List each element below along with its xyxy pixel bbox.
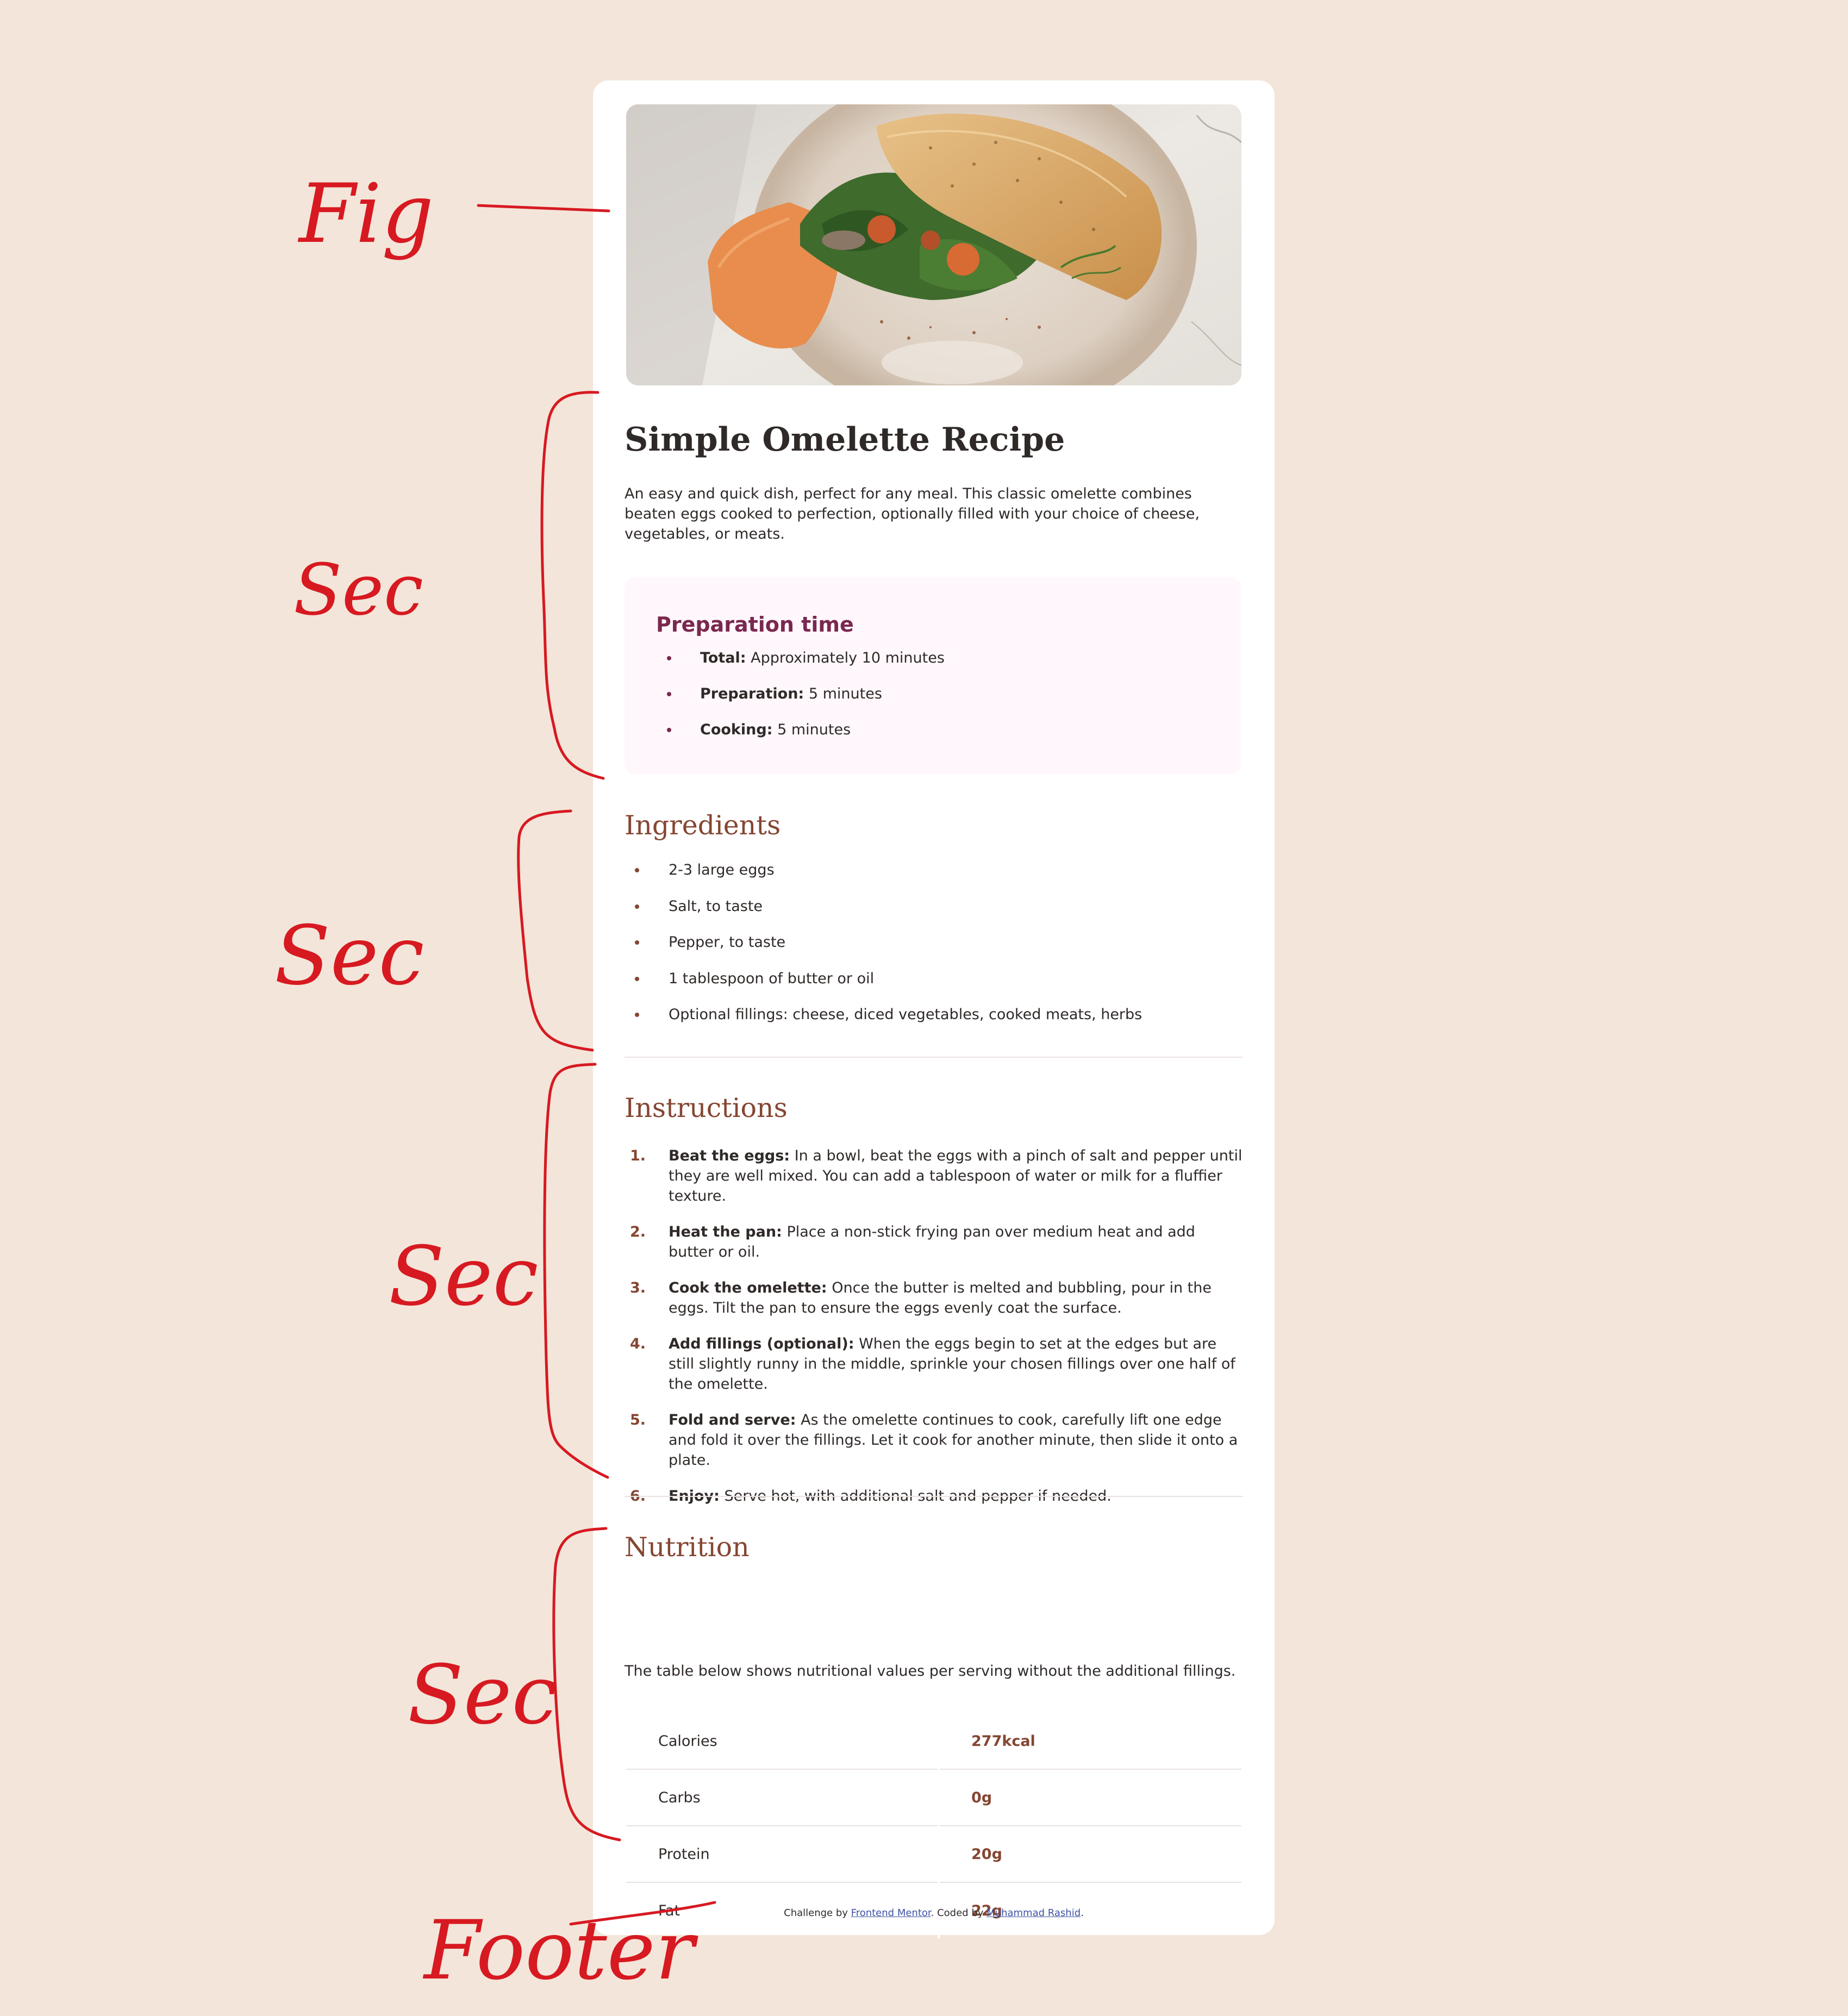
list-item: Preparation: 5 minutes	[656, 686, 945, 722]
recipe-description: An easy and quick dish, perfect for any …	[625, 485, 1200, 542]
step-label: Beat the eggs:	[669, 1147, 790, 1164]
prep-label: Preparation:	[700, 685, 804, 702]
recipe-card: Simple Omelette Recipe An easy and quick…	[593, 80, 1275, 1938]
nutrient-name: Protein	[626, 1826, 940, 1883]
list-item: 2. Heat the pan: Place a non-stick frying…	[625, 1222, 1244, 1262]
footer-prefix: Challenge by	[784, 1907, 851, 1919]
step-label: Fold and serve:	[669, 1412, 796, 1428]
annotation-sec: Sec	[274, 909, 424, 1003]
prep-value: 5 minutes	[808, 685, 882, 702]
step-number: 2.	[630, 1224, 646, 1240]
table-row: Protein 20g	[626, 1826, 1241, 1883]
annotation-sec: Sec	[408, 1648, 558, 1743]
annotation-sec: Sec	[294, 548, 423, 631]
step-number: 5.	[630, 1412, 646, 1428]
list-item: Total: Approximately 10 minutes	[656, 651, 945, 686]
step-label: Add fillings (optional):	[669, 1335, 854, 1352]
ingredients-list: 2-3 large eggs Salt, to taste Pepper, to…	[625, 863, 1142, 1044]
fig-arrow	[477, 204, 610, 213]
step-number: 1.	[630, 1147, 646, 1164]
divider	[625, 1057, 1243, 1058]
list-item: 4. Add fillings (optional): When the eggs…	[625, 1334, 1244, 1394]
nutrition-title: Nutrition	[625, 1532, 750, 1563]
list-item: 5. Fold and serve: As the omelette contin…	[625, 1410, 1244, 1470]
annotation-fig: Fig	[297, 167, 434, 261]
nutrient-value: 0g	[939, 1769, 1241, 1826]
instructions-list: 1. Beat the eggs: In a bowl, beat the egg…	[625, 1146, 1244, 1522]
footer-middle: . Coded by	[931, 1907, 987, 1919]
divider	[625, 1496, 1243, 1497]
prep-value: 5 minutes	[777, 721, 851, 738]
frontend-mentor-link[interactable]: Frontend Mentor	[851, 1907, 931, 1919]
footer-suffix: .	[1081, 1907, 1084, 1919]
list-item: Optional fillings: cheese, diced vegetab…	[625, 1007, 1142, 1044]
preparation-title: Preparation time	[656, 613, 854, 636]
prep-label: Cooking:	[700, 721, 773, 738]
prep-value: Approximately 10 minutes	[751, 650, 945, 666]
step-label: Cook the omelette:	[669, 1279, 827, 1296]
list-item: Pepper, to taste	[625, 935, 1142, 971]
nutrient-value: 20g	[939, 1826, 1241, 1883]
omelette-image	[626, 104, 1241, 385]
list-item: 1. Beat the eggs: In a bowl, beat the egg…	[625, 1146, 1244, 1206]
step-number: 4.	[630, 1335, 646, 1352]
preparation-box: Preparation time Total: Approximately 10…	[625, 577, 1241, 775]
list-item: 3. Cook the omelette: Once the butter is …	[625, 1278, 1244, 1318]
prep-label: Total:	[700, 650, 746, 666]
section-brace	[517, 809, 594, 1052]
author-link[interactable]: Muhammad Rashid	[987, 1907, 1081, 1919]
list-item: 1 tablespoon of butter or oil	[625, 971, 1142, 1008]
step-label: Heat the pan:	[669, 1224, 782, 1240]
nutrient-name: Carbs	[626, 1769, 940, 1826]
table-row: Calories 277kcal	[626, 1713, 1241, 1770]
nutrition-intro: The table below shows nutritional values…	[625, 1663, 1236, 1680]
list-item: Cooking: 5 minutes	[656, 722, 945, 758]
instructions-title: Instructions	[625, 1093, 788, 1124]
table-row: Carbs 0g	[626, 1769, 1241, 1826]
nutrient-name: Calories	[626, 1713, 940, 1770]
annotation-sec: Sec	[389, 1229, 539, 1324]
nutrition-table: Calories 277kcal Carbs 0g Protein 20g Fa…	[626, 1713, 1241, 1938]
nutrient-value: 277kcal	[939, 1713, 1241, 1770]
preparation-list: Total: Approximately 10 minutes Preparat…	[656, 651, 945, 758]
list-item: Salt, to taste	[625, 899, 1142, 935]
ingredients-title: Ingredients	[625, 810, 781, 841]
step-number: 3.	[630, 1279, 646, 1296]
recipe-title: Simple Omelette Recipe	[625, 421, 1065, 459]
list-item: 2-3 large eggs	[625, 863, 1142, 899]
footer: Challenge by Frontend Mentor. Coded by M…	[593, 1907, 1275, 1919]
omelette-photo-illustration	[626, 104, 1241, 385]
